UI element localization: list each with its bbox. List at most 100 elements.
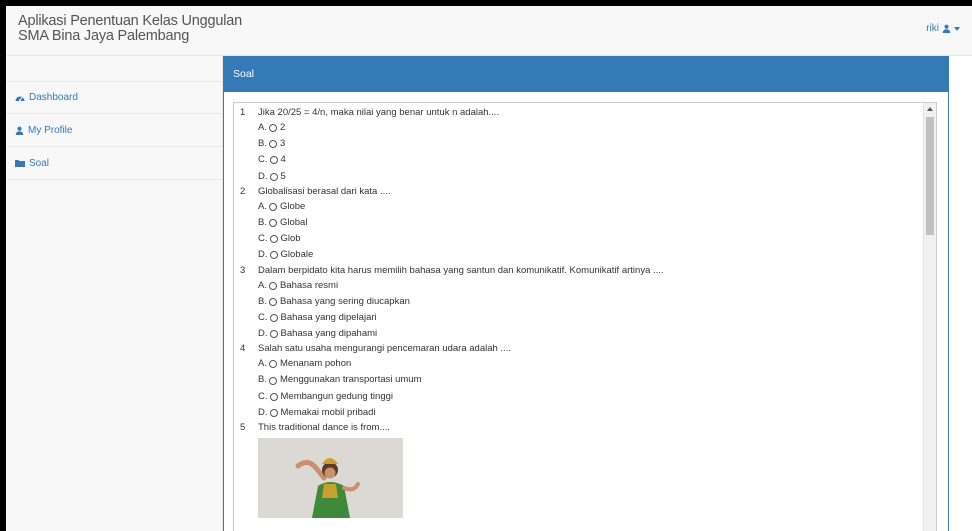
option-letter: C.	[258, 311, 268, 323]
question-text: This traditional dance is from....	[258, 422, 390, 433]
answer-radio[interactable]	[269, 235, 278, 244]
answer-option[interactable]: C. Bahasa yang dipelajari	[234, 310, 922, 326]
dashboard-icon	[15, 93, 25, 102]
option-text: Bahasa yang dipelajari	[280, 311, 377, 323]
answer-radio[interactable]	[268, 360, 277, 369]
app-title-line2: SMA Bina Jaya Palembang	[18, 28, 190, 44]
sidebar: Dashboard My Profile Soal	[6, 81, 222, 180]
answer-option[interactable]: C. Membangun gedung tinggi	[234, 389, 922, 405]
questions-scroll-area[interactable]: 1 Jika 20/25 = 4/n, maka nilai yang benar…	[233, 102, 937, 531]
answer-radio[interactable]	[268, 297, 277, 306]
question-text: Jika 20/25 = 4/n, maka nilai yang benar …	[258, 107, 500, 118]
answer-radio[interactable]	[269, 408, 278, 417]
page-content: Soal 1 Jika 20/25 = 4/n, maka nilai yang …	[223, 56, 972, 531]
option-text: Bahasa resmi	[279, 279, 339, 291]
option-text: Globe	[279, 200, 306, 212]
question-row: 4 Salah satu usaha mengurangi pencemaran …	[234, 342, 922, 356]
answer-option[interactable]: B. Bahasa yang sering diucapkan	[234, 294, 922, 310]
sidebar-item-label: My Profile	[28, 124, 73, 136]
option-letter: D.	[258, 406, 268, 418]
option-text: 2	[279, 122, 286, 133]
question-row: 5 This traditional dance is from....	[234, 421, 922, 435]
app-title-line1: Aplikasi Penentuan Kelas Unggulan	[18, 13, 242, 29]
caret-down-icon	[954, 26, 960, 31]
question-image	[258, 438, 403, 518]
option-letter: B.	[258, 216, 267, 228]
option-letter: B.	[258, 138, 267, 150]
answer-radio[interactable]	[269, 330, 278, 339]
question-number: 2	[240, 185, 246, 197]
user-icon	[15, 126, 24, 135]
sidebar-item-label: Soal	[29, 157, 50, 169]
option-text: Globale	[280, 249, 314, 261]
option-text: Menggunakan transportasi umum	[279, 374, 422, 386]
answer-radio[interactable]	[268, 219, 277, 228]
answer-option[interactable]: A. Bahasa resmi	[234, 278, 922, 294]
question-number: 3	[240, 264, 246, 276]
option-text: Memakai mobil pribadi	[280, 406, 376, 418]
user-icon	[942, 24, 951, 33]
option-text: 4	[280, 154, 286, 166]
answer-option[interactable]: B. Global	[234, 215, 922, 231]
user-menu-toggle[interactable]: riki	[926, 23, 960, 34]
question-row: 3 Dalam berpidato kita harus memilih baha…	[234, 264, 922, 278]
question-list: 1 Jika 20/25 = 4/n, maka nilai yang benar…	[234, 103, 922, 518]
option-text: Bahasa yang sering diucapkan	[279, 295, 410, 307]
question-text: Salah satu usaha mengurangi pencemaran u…	[258, 343, 511, 355]
app-brand[interactable]: Aplikasi Penentuan Kelas Unggulan SMA Bi…	[18, 14, 242, 44]
answer-radio[interactable]	[269, 172, 278, 181]
answer-option[interactable]: A. Globe	[234, 199, 922, 215]
question-number: 5	[240, 422, 246, 433]
option-text: Global	[279, 216, 308, 228]
answer-option[interactable]: A. Menanam pohon	[234, 356, 922, 372]
question-number: 1	[240, 107, 246, 118]
question-text: Dalam berpidato kita harus memilih bahas…	[258, 264, 664, 276]
option-text: Menanam pohon	[279, 358, 352, 370]
option-text: Membangun gedung tinggi	[280, 390, 394, 402]
answer-option[interactable]: A. 2	[234, 120, 922, 136]
panel-body: 1 Jika 20/25 = 4/n, maka nilai yang benar…	[224, 92, 948, 531]
answer-radio[interactable]	[268, 376, 277, 385]
question-row: 1 Jika 20/25 = 4/n, maka nilai yang benar…	[234, 106, 922, 120]
answer-radio[interactable]	[269, 251, 278, 260]
option-text: 3	[279, 138, 286, 150]
answer-radio[interactable]	[269, 392, 278, 401]
answer-option[interactable]: D. Globale	[234, 247, 922, 263]
option-letter: A.	[258, 122, 267, 133]
answer-option[interactable]: C. Glob	[234, 231, 922, 247]
scrollbar-thumb[interactable]	[926, 117, 934, 235]
answer-option[interactable]: D. Bahasa yang dipahami	[234, 326, 922, 342]
option-letter: D.	[258, 170, 268, 182]
answer-option[interactable]: B. 3	[234, 136, 922, 152]
option-letter: A.	[258, 200, 267, 212]
answer-radio[interactable]	[269, 156, 278, 165]
option-text: Bahasa yang dipahami	[280, 328, 378, 340]
answer-option[interactable]: C. 4	[234, 152, 922, 168]
sidebar-item-my-profile[interactable]: My Profile	[6, 114, 222, 147]
question-text: Globalisasi berasal dari kata ....	[258, 185, 391, 197]
option-letter: B.	[258, 295, 267, 307]
answer-radio[interactable]	[268, 124, 277, 133]
answer-radio[interactable]	[268, 202, 277, 211]
scroll-up-arrow-icon[interactable]	[927, 107, 933, 111]
top-navbar: Aplikasi Penentuan Kelas Unggulan SMA Bi…	[6, 6, 972, 56]
option-letter: C.	[258, 390, 268, 402]
option-text: 5	[280, 170, 286, 182]
option-letter: D.	[258, 328, 268, 340]
answer-radio[interactable]	[268, 140, 277, 149]
sidebar-item-dashboard[interactable]: Dashboard	[6, 81, 222, 114]
username: riki	[926, 23, 939, 34]
app-window: Aplikasi Penentuan Kelas Unggulan SMA Bi…	[6, 6, 972, 531]
answer-option[interactable]: D. Memakai mobil pribadi	[234, 405, 922, 421]
answer-option[interactable]: D. 5	[234, 169, 922, 185]
answer-option[interactable]: B. Menggunakan transportasi umum	[234, 372, 922, 388]
panel-heading: Soal	[224, 57, 948, 92]
sidebar-item-soal[interactable]: Soal	[6, 147, 222, 180]
soal-panel: Soal 1 Jika 20/25 = 4/n, maka nilai yang …	[223, 56, 949, 531]
answer-radio[interactable]	[268, 281, 277, 290]
option-letter: C.	[258, 233, 268, 245]
answer-radio[interactable]	[269, 313, 278, 322]
option-letter: D.	[258, 249, 268, 261]
vertical-scrollbar[interactable]	[923, 103, 936, 531]
question-number: 4	[240, 343, 246, 355]
